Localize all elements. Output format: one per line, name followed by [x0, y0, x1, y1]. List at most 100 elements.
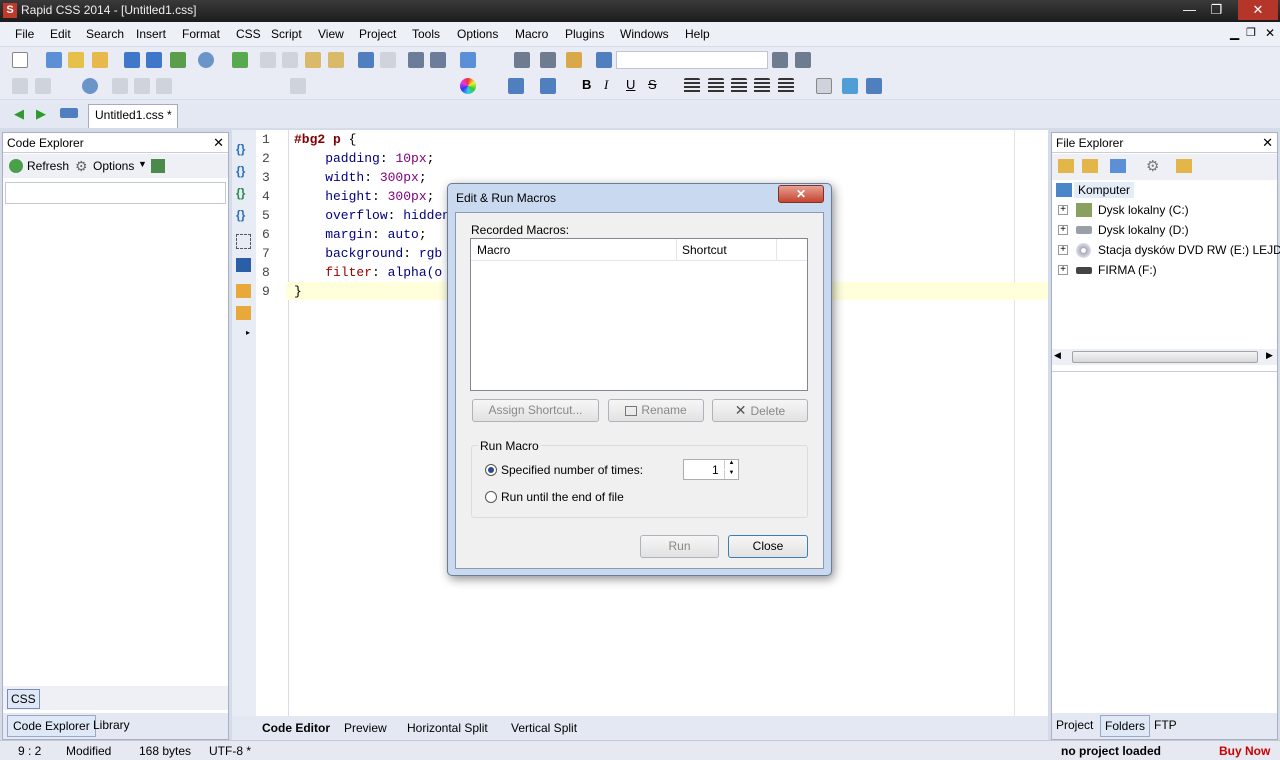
- select-icon[interactable]: [236, 234, 251, 249]
- menu-tools[interactable]: Tools: [412, 27, 440, 41]
- menu-help[interactable]: Help: [685, 27, 710, 41]
- box-icon[interactable]: [816, 78, 832, 94]
- css-check-icon[interactable]: [236, 284, 251, 298]
- column-macro[interactable]: Macro: [477, 243, 510, 257]
- mdi-minimize-icon[interactable]: ▁: [1230, 26, 1239, 40]
- close-icon[interactable]: ✕: [1262, 135, 1273, 151]
- times-value[interactable]: 1: [712, 463, 719, 477]
- tree-item-drive-d[interactable]: Dysk lokalny (D:): [1098, 223, 1189, 237]
- maximize-button[interactable]: ❐: [1203, 0, 1230, 20]
- preview-icon[interactable]: [198, 52, 214, 68]
- view-mode-icon[interactable]: [1110, 159, 1126, 173]
- paragraph-icon[interactable]: [112, 78, 128, 94]
- spellcheck-icon[interactable]: [232, 52, 248, 68]
- open-folder-icon[interactable]: [92, 52, 108, 68]
- tab-code-editor[interactable]: Code Editor: [256, 719, 336, 737]
- tree-item-drive-f[interactable]: FIRMA (F:): [1098, 263, 1157, 277]
- font-icon[interactable]: [508, 78, 524, 94]
- find-in-files-icon[interactable]: [566, 52, 582, 68]
- undo-icon[interactable]: [358, 52, 374, 68]
- list-icon[interactable]: [134, 78, 150, 94]
- braces-icon-4[interactable]: {}: [236, 208, 252, 222]
- mdi-restore-icon[interactable]: ❐: [1246, 26, 1256, 39]
- menu-view[interactable]: View: [318, 27, 344, 41]
- cut-icon[interactable]: [260, 52, 276, 68]
- code-line[interactable]: #bg2 p {: [294, 132, 356, 147]
- radio-specified-times-label[interactable]: Specified number of times:: [501, 463, 643, 477]
- window-icon[interactable]: [236, 258, 251, 272]
- options-button[interactable]: Options: [93, 159, 134, 173]
- justify-icon[interactable]: [754, 78, 770, 94]
- tab-untitled1-css[interactable]: Untitled1.css *: [88, 104, 178, 128]
- tab-folders[interactable]: Folders: [1100, 715, 1151, 737]
- color-picker-icon[interactable]: [460, 78, 476, 94]
- encoding-status[interactable]: UTF-8 *: [209, 744, 251, 758]
- forward-arrow-icon[interactable]: ▶: [36, 106, 46, 122]
- tab-preview[interactable]: Preview: [338, 719, 393, 737]
- menu-file[interactable]: File: [15, 27, 34, 41]
- paint-bucket-icon[interactable]: [866, 78, 882, 94]
- tree-item-drive-e[interactable]: Stacja dysków DVD RW (E:) LEJDIS: [1098, 243, 1280, 257]
- run-button[interactable]: Run: [640, 535, 719, 558]
- times-spinner[interactable]: 1 ▲ ▼: [683, 459, 739, 480]
- column-shortcut[interactable]: Shortcut: [682, 243, 727, 257]
- redo-icon[interactable]: [380, 52, 396, 68]
- find-next-icon[interactable]: [772, 52, 788, 68]
- indent-icon[interactable]: [408, 52, 424, 68]
- tree-root-komputer[interactable]: Komputer: [1074, 182, 1135, 198]
- find-prev-icon[interactable]: [795, 52, 811, 68]
- gear-icon[interactable]: ⚙: [75, 158, 88, 175]
- image-icon[interactable]: [12, 78, 28, 94]
- css-validate-icon[interactable]: [236, 306, 251, 320]
- font-style-icon[interactable]: [540, 78, 556, 94]
- horizontal-scrollbar[interactable]: ◀ ▶: [1052, 349, 1277, 365]
- spin-down-icon[interactable]: ▼: [724, 470, 738, 479]
- underline-icon[interactable]: U: [626, 77, 635, 92]
- scroll-left-icon[interactable]: ◀: [1054, 350, 1061, 361]
- scroll-thumb[interactable]: [1072, 351, 1258, 363]
- dialog-close-icon[interactable]: ✕: [778, 185, 824, 203]
- code-line[interactable]: margin: auto;: [294, 227, 426, 242]
- strikethrough-icon[interactable]: S: [648, 77, 657, 92]
- menu-search[interactable]: Search: [86, 27, 124, 41]
- save-as-icon[interactable]: [170, 52, 186, 68]
- br-icon[interactable]: [290, 78, 306, 94]
- expand-arrow-icon[interactable]: ▸: [246, 328, 250, 337]
- expand-icon[interactable]: +: [1058, 205, 1068, 215]
- numbered-list-icon[interactable]: [156, 78, 172, 94]
- menu-edit[interactable]: Edit: [50, 27, 71, 41]
- macros-list[interactable]: Macro Shortcut: [470, 238, 808, 391]
- align-left-icon[interactable]: [684, 78, 700, 94]
- tab-vertical-split[interactable]: Vertical Split: [505, 719, 583, 737]
- new-folder-icon[interactable]: [1082, 159, 1098, 173]
- scroll-right-icon[interactable]: ▶: [1266, 350, 1273, 361]
- layout-icon[interactable]: [460, 52, 476, 68]
- code-line[interactable]: filter: alpha(o: [294, 265, 442, 280]
- code-line[interactable]: background: rgb: [294, 246, 442, 261]
- folder-icon[interactable]: [1176, 159, 1192, 173]
- code-line[interactable]: height: 300px;: [294, 189, 434, 204]
- close-button[interactable]: Close: [728, 535, 808, 558]
- paste-special-icon[interactable]: [328, 52, 344, 68]
- buy-now-link[interactable]: Buy Now: [1219, 744, 1270, 758]
- tab-code-explorer[interactable]: Code Explorer: [7, 715, 96, 737]
- menu-plugins[interactable]: Plugins: [565, 27, 604, 41]
- mdi-close-icon[interactable]: ✕: [1265, 26, 1275, 40]
- copy-icon[interactable]: [282, 52, 298, 68]
- chevron-down-icon[interactable]: ▼: [138, 159, 147, 169]
- outdent-icon[interactable]: [430, 52, 446, 68]
- save-all-icon[interactable]: [146, 52, 162, 68]
- paste-icon[interactable]: [305, 52, 321, 68]
- menu-macro[interactable]: Macro: [515, 27, 548, 41]
- validate-icon[interactable]: [842, 78, 858, 94]
- expand-icon[interactable]: +: [1058, 265, 1068, 275]
- braces-icon[interactable]: {}: [236, 142, 252, 156]
- radio-end-of-file[interactable]: [485, 491, 497, 503]
- menu-format[interactable]: Format: [182, 27, 220, 41]
- radio-end-of-file-label[interactable]: Run until the end of file: [501, 490, 624, 504]
- code-line[interactable]: width: 300px;: [294, 170, 426, 185]
- save-icon[interactable]: [124, 52, 140, 68]
- menu-project[interactable]: Project: [359, 27, 396, 41]
- align-center-icon[interactable]: [708, 78, 724, 94]
- find-icon[interactable]: [514, 52, 530, 68]
